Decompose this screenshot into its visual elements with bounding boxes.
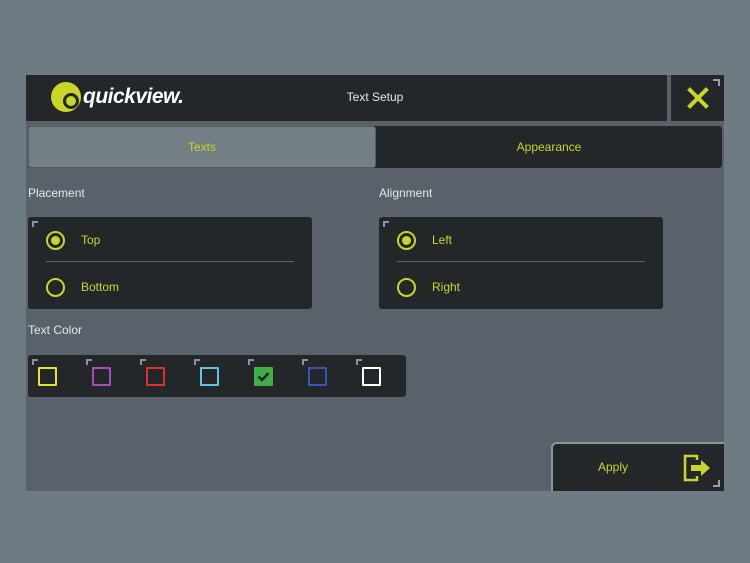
corner-marker-icon xyxy=(86,359,92,365)
swatch-yellow[interactable] xyxy=(28,355,82,397)
apply-label: Apply xyxy=(598,460,629,474)
corner-marker-icon xyxy=(356,359,362,365)
alignment-option-right[interactable]: Right xyxy=(397,275,647,299)
corner-marker-icon xyxy=(140,359,146,365)
swatch-red[interactable] xyxy=(136,355,190,397)
color-swatch-icon[interactable] xyxy=(308,367,327,386)
radio-label: Top xyxy=(81,233,101,247)
placement-label: Placement xyxy=(28,186,85,200)
alignment-option-left[interactable]: Left xyxy=(397,228,647,252)
text-setup-dialog: quickview. Text Setup Texts Appearance P… xyxy=(26,75,724,491)
corner-marker-icon xyxy=(32,359,38,365)
alignment-label: Alignment xyxy=(379,186,433,200)
corner-marker-icon xyxy=(713,79,720,86)
radio-unchecked-icon[interactable] xyxy=(397,277,416,297)
exit-arrow-icon xyxy=(683,454,710,482)
placement-option-bottom[interactable]: Bottom xyxy=(46,275,296,299)
radio-checked-icon[interactable] xyxy=(397,230,416,250)
swatch-purple[interactable] xyxy=(82,355,136,397)
swatch-light-blue[interactable] xyxy=(190,355,244,397)
color-swatch-icon[interactable] xyxy=(92,367,111,386)
tab-texts[interactable]: Texts xyxy=(28,126,376,168)
color-swatch-icon[interactable] xyxy=(254,367,273,386)
tab-bar: Texts Appearance xyxy=(28,126,722,168)
corner-marker-icon xyxy=(32,221,38,227)
corner-marker-icon xyxy=(302,359,308,365)
divider xyxy=(46,261,294,262)
radio-unchecked-icon[interactable] xyxy=(46,277,65,297)
swatch-green[interactable] xyxy=(244,355,298,397)
checkmark-icon xyxy=(257,372,270,382)
close-button[interactable] xyxy=(671,75,724,121)
swatch-white[interactable] xyxy=(352,355,406,397)
color-swatch-icon[interactable] xyxy=(38,367,57,386)
tab-appearance[interactable]: Appearance xyxy=(376,126,722,168)
divider xyxy=(397,261,645,262)
color-swatch-icon[interactable] xyxy=(200,367,219,386)
dialog-title: Text Setup xyxy=(346,90,404,104)
alignment-radio-group: Left Right xyxy=(379,217,663,309)
placement-radio-group: Top Bottom xyxy=(28,217,312,309)
radio-label: Left xyxy=(432,233,453,247)
radio-label: Right xyxy=(432,280,461,294)
text-color-swatches xyxy=(28,355,406,397)
corner-marker-icon xyxy=(713,480,720,487)
corner-marker-icon xyxy=(383,221,389,227)
radio-checked-icon[interactable] xyxy=(46,230,65,250)
apply-button[interactable]: Apply xyxy=(551,442,724,491)
swatch-blue[interactable] xyxy=(298,355,352,397)
radio-label: Bottom xyxy=(81,280,120,294)
color-swatch-icon[interactable] xyxy=(362,367,381,386)
corner-marker-icon xyxy=(248,359,254,365)
corner-marker-icon xyxy=(194,359,200,365)
close-x-icon xyxy=(686,87,709,109)
text-color-label: Text Color xyxy=(28,323,83,337)
placement-option-top[interactable]: Top xyxy=(46,228,296,252)
color-swatch-icon[interactable] xyxy=(146,367,165,386)
